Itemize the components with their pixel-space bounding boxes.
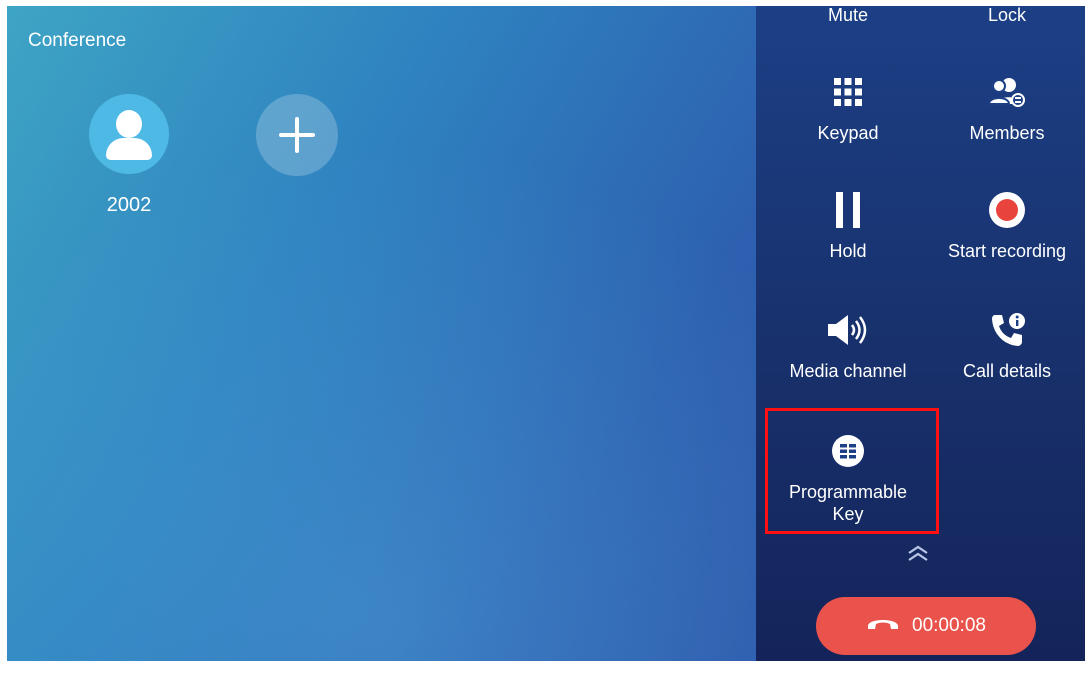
hold-button[interactable]: Hold — [768, 188, 928, 262]
keypad-label: Keypad — [817, 123, 879, 143]
end-call-button[interactable]: 00:00:08 — [816, 597, 1036, 655]
call-details-button[interactable]: Call details — [927, 308, 1085, 382]
programmable-key-label-line2: Key — [832, 504, 864, 524]
speaker-icon — [768, 308, 928, 352]
media-channel-button[interactable]: Media channel — [768, 308, 928, 382]
mute-button[interactable]: Mute — [768, 6, 928, 26]
call-info-icon — [927, 308, 1085, 352]
start-recording-button[interactable]: Start recording — [927, 188, 1085, 262]
participant-number: 2002 — [106, 194, 152, 216]
participant-2002[interactable]: 2002 — [85, 94, 173, 217]
lock-button[interactable]: Lock — [927, 6, 1085, 26]
members-button[interactable]: Members — [927, 70, 1085, 144]
hold-label: Hold — [829, 241, 867, 261]
record-icon — [927, 188, 1085, 232]
user-avatar-icon — [89, 94, 169, 174]
members-icon — [927, 70, 1085, 114]
call-timer: 00:00:08 — [912, 615, 986, 636]
members-label: Members — [969, 123, 1045, 143]
start-recording-label: Start recording — [947, 241, 1067, 261]
programmable-key-button[interactable]: Programmable Key — [768, 429, 928, 525]
keypad-icon — [768, 70, 928, 114]
mute-label: Mute — [827, 6, 869, 25]
lock-label: Lock — [987, 6, 1027, 25]
hang-up-icon — [866, 615, 900, 637]
programmable-key-label-line1: Programmable — [788, 482, 908, 502]
call-details-label: Call details — [962, 361, 1052, 381]
add-participant-button[interactable] — [256, 94, 338, 176]
programmable-key-icon — [768, 429, 928, 473]
keypad-button[interactable]: Keypad — [768, 70, 928, 144]
call-type-title: Conference — [28, 30, 127, 51]
pause-icon — [768, 188, 928, 232]
media-channel-label: Media channel — [789, 361, 907, 381]
double-chevron-up-icon[interactable] — [906, 544, 930, 564]
